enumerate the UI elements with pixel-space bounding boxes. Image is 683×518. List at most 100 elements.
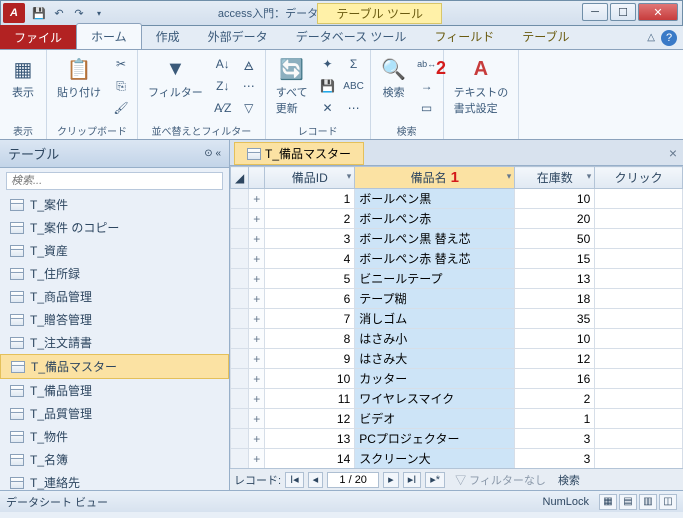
row-header[interactable] [231, 429, 249, 449]
tab-dbtools[interactable]: データベース ツール [282, 24, 421, 49]
collapse-icon[interactable]: ⊙ « [204, 148, 221, 159]
cell-name[interactable]: ボールペン黒 替え芯 [355, 229, 515, 249]
row-header[interactable] [231, 249, 249, 269]
more-records-icon[interactable]: ⋯ [344, 98, 364, 118]
cell-name[interactable]: スクリーン大 [355, 449, 515, 469]
cell-stock[interactable]: 10 [515, 329, 595, 349]
expand-button[interactable]: + [249, 249, 265, 269]
redo-icon[interactable]: ↷ [71, 5, 87, 21]
tab-file[interactable]: ファイル [0, 25, 76, 49]
find-button[interactable]: 🔍検索 [377, 54, 411, 102]
delete-record-icon[interactable]: ✕ [318, 98, 338, 118]
col-add[interactable]: クリック [595, 167, 683, 189]
cell-stock[interactable]: 3 [515, 429, 595, 449]
cell-id[interactable]: 6 [265, 289, 355, 309]
toggle-filter-icon[interactable]: ▽ [239, 98, 259, 118]
ribbon-minimize-icon[interactable]: △ [647, 32, 655, 43]
first-record-button[interactable]: I◂ [285, 472, 304, 488]
qat-dropdown-icon[interactable]: ▾ [91, 5, 107, 21]
cell-blank[interactable] [595, 229, 683, 249]
cell-stock[interactable]: 12 [515, 349, 595, 369]
expand-button[interactable]: + [249, 289, 265, 309]
help-icon[interactable]: ? [661, 30, 677, 46]
cell-id[interactable]: 11 [265, 389, 355, 409]
nav-item[interactable]: T_贈答管理 [0, 308, 229, 331]
record-position-input[interactable] [327, 472, 379, 488]
cell-name[interactable]: ボールペン赤 [355, 209, 515, 229]
tab-field[interactable]: フィールド [420, 24, 508, 49]
cell-id[interactable]: 13 [265, 429, 355, 449]
next-record-button[interactable]: ▸ [383, 472, 399, 488]
minimize-button[interactable]: ─ [582, 3, 608, 21]
cell-name[interactable]: PCプロジェクター [355, 429, 515, 449]
cell-id[interactable]: 9 [265, 349, 355, 369]
search-input[interactable] [6, 172, 223, 190]
table-row[interactable]: +1ボールペン黒10 [231, 189, 683, 209]
view-button[interactable]: ▦表示 [6, 54, 40, 102]
row-header[interactable] [231, 209, 249, 229]
table-row[interactable]: +4ボールペン赤 替え芯15 [231, 249, 683, 269]
nav-item[interactable]: T_案件 [0, 193, 229, 216]
tab-table[interactable]: テーブル [508, 24, 583, 49]
row-header[interactable] [231, 269, 249, 289]
table-row[interactable]: +14スクリーン大3 [231, 449, 683, 469]
expand-button[interactable]: + [249, 229, 265, 249]
advanced-filter-icon[interactable]: ⋯ [239, 76, 259, 96]
table-row[interactable]: +13PCプロジェクター3 [231, 429, 683, 449]
recnav-search-label[interactable]: 検索 [558, 472, 580, 488]
paste-button[interactable]: 📋貼り付け [53, 54, 105, 102]
row-header[interactable] [231, 449, 249, 469]
last-record-button[interactable]: ▸I [403, 472, 422, 488]
expand-button[interactable]: + [249, 309, 265, 329]
row-header[interactable] [231, 349, 249, 369]
new-record-nav-button[interactable]: ▸* [425, 472, 445, 488]
cell-blank[interactable] [595, 249, 683, 269]
cell-id[interactable]: 3 [265, 229, 355, 249]
tab-home[interactable]: ホーム [76, 23, 142, 49]
cell-name[interactable]: ビデオ [355, 409, 515, 429]
format-painter-icon[interactable]: 🖌 [111, 98, 131, 118]
table-row[interactable]: +12ビデオ1 [231, 409, 683, 429]
cell-name[interactable]: ワイヤレスマイク [355, 389, 515, 409]
cell-stock[interactable]: 18 [515, 289, 595, 309]
col-id[interactable]: 備品ID▾ [265, 167, 355, 189]
cell-stock[interactable]: 13 [515, 269, 595, 289]
cell-stock[interactable]: 50 [515, 229, 595, 249]
cell-stock[interactable]: 10 [515, 189, 595, 209]
expand-button[interactable]: + [249, 449, 265, 469]
cell-stock[interactable]: 2 [515, 389, 595, 409]
expand-button[interactable]: + [249, 349, 265, 369]
table-row[interactable]: +5ビニールテープ13 [231, 269, 683, 289]
nav-item[interactable]: T_品質管理 [0, 402, 229, 425]
cell-blank[interactable] [595, 409, 683, 429]
doc-close-icon[interactable]: × [669, 145, 677, 161]
expand-button[interactable]: + [249, 369, 265, 389]
cell-blank[interactable] [595, 429, 683, 449]
col-name[interactable]: 備品名1▾ [355, 167, 515, 189]
navpane-header[interactable]: テーブル ⊙ « [0, 140, 229, 168]
selection-filter-icon[interactable]: 🜁 [239, 54, 259, 74]
row-header[interactable] [231, 369, 249, 389]
expand-button[interactable]: + [249, 389, 265, 409]
cell-name[interactable]: はさみ小 [355, 329, 515, 349]
cell-name[interactable]: テープ糊 [355, 289, 515, 309]
save-record-icon[interactable]: 💾 [318, 76, 338, 96]
cell-id[interactable]: 10 [265, 369, 355, 389]
table-row[interactable]: +3ボールペン黒 替え芯50 [231, 229, 683, 249]
cell-name[interactable]: はさみ大 [355, 349, 515, 369]
expand-button[interactable]: + [249, 269, 265, 289]
cell-blank[interactable] [595, 209, 683, 229]
chart-view-button[interactable]: ◫ [659, 494, 677, 510]
table-row[interactable]: +8はさみ小10 [231, 329, 683, 349]
row-header[interactable] [231, 289, 249, 309]
tab-external[interactable]: 外部データ [194, 24, 282, 49]
cut-icon[interactable]: ✂ [111, 54, 131, 74]
cell-stock[interactable]: 1 [515, 409, 595, 429]
cell-id[interactable]: 4 [265, 249, 355, 269]
sort-desc-icon[interactable]: Z↓ [213, 76, 233, 96]
pivot-view-button[interactable]: ▥ [639, 494, 657, 510]
nav-item[interactable]: T_住所録 [0, 262, 229, 285]
cell-stock[interactable]: 3 [515, 449, 595, 469]
filter-button[interactable]: ▼フィルター [144, 54, 207, 102]
cell-name[interactable]: ボールペン赤 替え芯 [355, 249, 515, 269]
